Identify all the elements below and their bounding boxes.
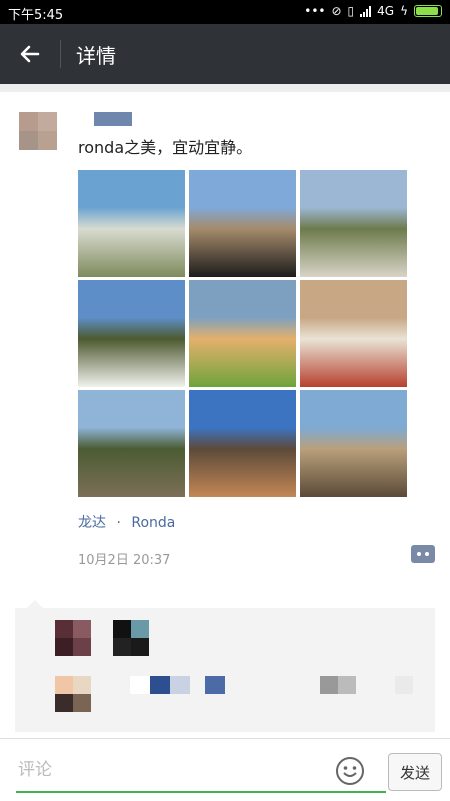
- status-time: 下午5:45: [8, 8, 64, 23]
- top-navbar: 详情: [0, 24, 450, 84]
- avatar[interactable]: [19, 112, 57, 150]
- network-label: 4G: [377, 4, 395, 18]
- photo-thumbnail[interactable]: [78, 390, 185, 497]
- likes-pointer: [27, 600, 43, 608]
- status-icons: ••• ⊘ ▯ 4G ϟ: [304, 4, 442, 18]
- photo-thumbnail[interactable]: [300, 170, 407, 277]
- photo-grid: [78, 170, 408, 497]
- likes-section: [15, 608, 435, 732]
- smiley-icon[interactable]: [335, 756, 365, 786]
- mute-icon: ⊘: [331, 4, 342, 18]
- author-name[interactable]: [94, 112, 132, 126]
- location-place: Ronda: [131, 515, 176, 531]
- photo-thumbnail[interactable]: [78, 170, 185, 277]
- photo-thumbnail[interactable]: [189, 390, 296, 497]
- post-timestamp: 10月2日 20:37: [78, 553, 171, 568]
- page-title: 详情: [76, 44, 116, 68]
- nav-shadow: [0, 84, 450, 92]
- location-separator: ·: [116, 515, 121, 531]
- photo-thumbnail[interactable]: [78, 280, 185, 387]
- photo-thumbnail[interactable]: [300, 280, 407, 387]
- arrow-left-icon[interactable]: [14, 38, 46, 70]
- post-location[interactable]: 龙达 · Ronda: [78, 512, 181, 532]
- photo-thumbnail[interactable]: [189, 280, 296, 387]
- dots-icon: •••: [304, 4, 326, 18]
- location-city: 龙达: [78, 515, 106, 531]
- post-text: ronda之美，宜动宜静。: [78, 138, 253, 157]
- vibrate-icon: ▯: [347, 4, 355, 18]
- send-button[interactable]: 发送: [388, 753, 442, 791]
- photo-thumbnail[interactable]: [300, 390, 407, 497]
- charging-icon: ϟ: [400, 4, 408, 18]
- battery-icon: [414, 5, 442, 17]
- comment-input[interactable]: [16, 749, 386, 793]
- comment-options-icon[interactable]: [411, 545, 435, 563]
- comment-bar: 发送: [0, 738, 450, 801]
- liker-avatars[interactable]: [15, 608, 435, 732]
- nav-divider: [60, 40, 61, 68]
- photo-thumbnail[interactable]: [189, 170, 296, 277]
- status-bar: 下午5:45 ••• ⊘ ▯ 4G ϟ: [0, 0, 450, 24]
- signal-icon: [360, 5, 372, 17]
